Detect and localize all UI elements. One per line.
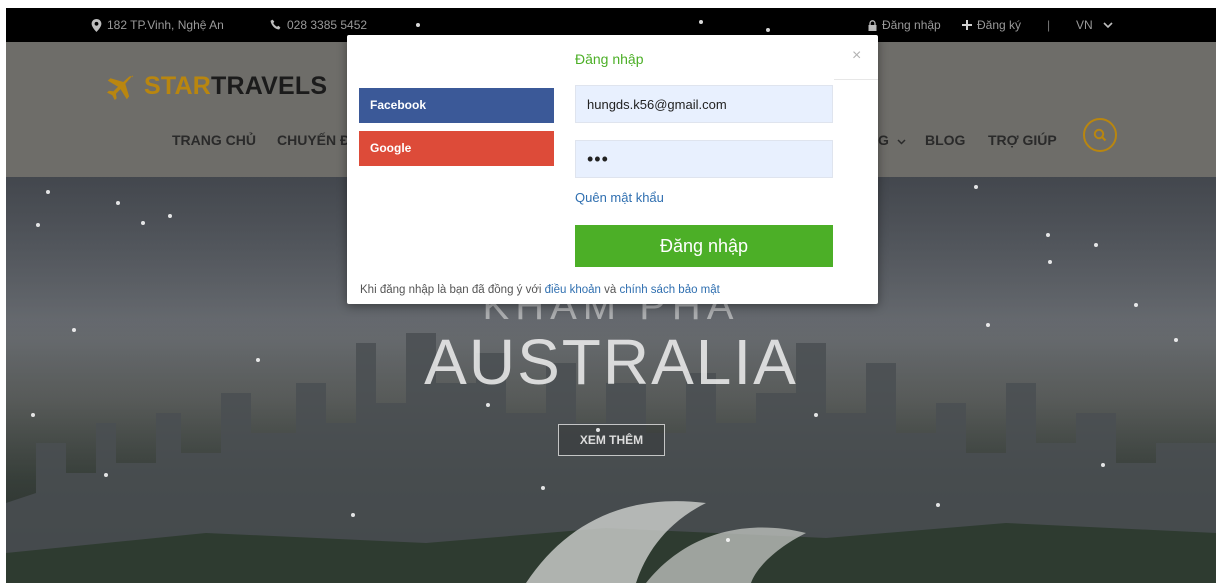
- snowflake: [726, 538, 730, 542]
- topbar-separator: |: [1047, 18, 1051, 32]
- site-logo[interactable]: STARTRAVELS: [106, 72, 327, 101]
- address-text: 182 TP.Vinh, Nghệ An: [107, 18, 224, 32]
- login-submit-button[interactable]: Đăng nhập: [575, 225, 833, 267]
- snowflake: [104, 473, 108, 477]
- search-button[interactable]: [1083, 118, 1117, 152]
- snowflake: [351, 513, 355, 517]
- modal-divider: [834, 79, 878, 80]
- snowflake: [974, 185, 978, 189]
- hero-title: AUSTRALIA: [424, 326, 798, 398]
- nav-dropdown-item[interactable]: G: [878, 132, 906, 148]
- topbar-login-label: Đăng nhập: [882, 18, 941, 32]
- snowflake: [699, 20, 703, 24]
- terms-link[interactable]: điều khoản: [545, 284, 601, 296]
- terms-prefix: Khi đăng nhập là bạn đã đồng ý với: [360, 284, 545, 296]
- chevron-down-icon: [897, 139, 906, 145]
- snowflake: [766, 28, 770, 32]
- snowflake: [814, 413, 818, 417]
- search-icon: [1093, 128, 1107, 142]
- snowflake: [1046, 233, 1050, 237]
- snowflake: [46, 190, 50, 194]
- logo-text-star: STAR: [144, 72, 211, 100]
- snowflake: [256, 358, 260, 362]
- nav-tours[interactable]: CHUYẾN ĐI: [277, 132, 347, 148]
- terms-notice: Khi đăng nhập là bạn đã đồng ý với điều …: [360, 284, 720, 296]
- chevron-down-icon: [1103, 21, 1113, 29]
- snowflake: [1134, 303, 1138, 307]
- snowflake: [116, 201, 120, 205]
- snowflake: [1094, 243, 1098, 247]
- snowflake: [416, 23, 420, 27]
- terms-and: và: [600, 284, 620, 296]
- language-label: VN: [1076, 18, 1093, 32]
- phone-text: 028 3385 5452: [287, 18, 368, 32]
- snowflake: [1174, 338, 1178, 342]
- nav-help[interactable]: TRỢ GIÚP: [988, 132, 1057, 148]
- snowflake: [141, 221, 145, 225]
- location-pin-icon: [91, 18, 102, 32]
- facebook-login-button[interactable]: Facebook: [359, 88, 554, 123]
- lock-icon: [868, 19, 877, 31]
- privacy-policy-link[interactable]: chính sách bảo mật: [619, 284, 719, 296]
- snowflake: [1101, 463, 1105, 467]
- topbar-register-link[interactable]: Đăng ký: [962, 18, 1021, 32]
- address-info: 182 TP.Vinh, Nghệ An: [91, 18, 224, 32]
- logo-text-travels: TRAVELS: [211, 72, 328, 100]
- google-login-button[interactable]: Google: [359, 131, 554, 166]
- language-selector[interactable]: VN: [1076, 18, 1113, 32]
- email-field[interactable]: [575, 85, 833, 123]
- nav-dropdown-label: G: [878, 132, 889, 148]
- close-icon[interactable]: ×: [852, 47, 861, 65]
- snowflake: [541, 486, 545, 490]
- modal-title: Đăng nhập: [575, 51, 644, 67]
- snowflake: [936, 503, 940, 507]
- plus-icon: [962, 20, 972, 30]
- snowflake: [72, 328, 76, 332]
- login-modal: Đăng nhập × Facebook Google Quên mật khẩ…: [347, 35, 878, 304]
- snowflake: [1048, 260, 1052, 264]
- snowflake: [596, 428, 600, 432]
- nav-home[interactable]: TRANG CHỦ: [172, 132, 256, 148]
- snowflake: [986, 323, 990, 327]
- password-field[interactable]: [575, 140, 833, 178]
- snowflake: [36, 223, 40, 227]
- snowflake: [31, 413, 35, 417]
- topbar-login-link[interactable]: Đăng nhập: [868, 18, 941, 32]
- snowflake: [486, 403, 490, 407]
- phone-info: 028 3385 5452: [270, 18, 367, 32]
- forgot-password-link[interactable]: Quên mật khẩu: [575, 190, 664, 205]
- phone-icon: [270, 19, 282, 31]
- hero-cta-button[interactable]: XEM THÊM: [558, 424, 665, 456]
- snowflake: [168, 214, 172, 218]
- nav-blog[interactable]: BLOG: [925, 132, 965, 148]
- airplane-icon: [106, 74, 134, 100]
- topbar-register-label: Đăng ký: [977, 18, 1022, 32]
